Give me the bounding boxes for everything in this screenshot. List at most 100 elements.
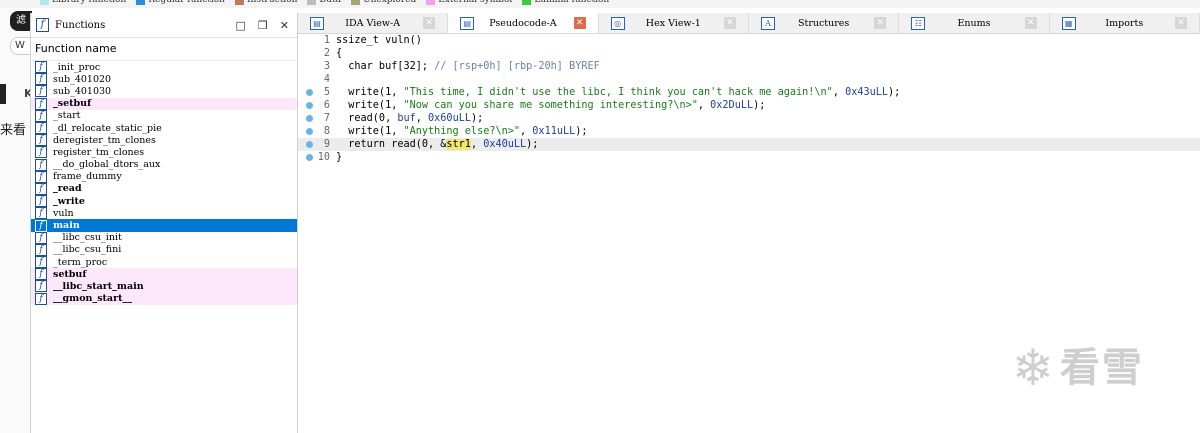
function-icon: f: [36, 18, 49, 32]
code-text: read(0, buf, 0x60uLL);: [336, 112, 483, 125]
function-list-item[interactable]: f _start: [31, 109, 297, 122]
function-list-item[interactable]: f __libc_start_main: [31, 280, 297, 293]
code-line[interactable]: 10}: [298, 151, 1200, 164]
code-text: write(1, "Anything else?\n>", 0x11uLL);: [336, 125, 587, 138]
function-list-item[interactable]: f _setbuf: [31, 97, 297, 110]
code-token: "Anything else?\n>": [403, 126, 521, 137]
function-name: deregister_tm_clones: [53, 134, 156, 146]
legend-item: Regular function: [136, 0, 225, 5]
code-token: ,: [520, 126, 533, 137]
legend-swatch: [426, 0, 436, 5]
function-list-item[interactable]: f _dl_relocate_static_pie: [31, 122, 297, 135]
function-list-item[interactable]: f register_tm_clones: [31, 146, 297, 159]
legend-swatch: [350, 0, 360, 5]
code-token: write(1,: [336, 126, 404, 137]
function-list-item[interactable]: f _read: [31, 182, 297, 195]
pseudocode-icon: ▤: [460, 16, 475, 30]
function-name: __libc_csu_init: [53, 232, 122, 244]
code-line[interactable]: 6 write(1, "Now can you share me somethi…: [298, 99, 1200, 112]
function-name: _write: [53, 195, 85, 207]
function-list-item[interactable]: f _init_proc: [31, 61, 297, 74]
function-list: f _init_proc f sub_401020 f sub_401030 f _setbu…: [31, 61, 297, 305]
function-list-item[interactable]: f deregister_tm_clones: [31, 134, 297, 147]
line-number: 6: [323, 100, 330, 111]
code-line[interactable]: 8 write(1, "Anything else?\n>", 0x11uLL)…: [298, 125, 1200, 138]
function-icon: f: [35, 195, 47, 208]
function-icon: f: [35, 134, 47, 147]
function-icon: f: [35, 146, 47, 159]
tab-hex-view[interactable]: ◎ Hex View-1 ✕: [599, 13, 749, 33]
code-token: 0x40uLL: [483, 139, 527, 150]
functions-title: Functions: [55, 19, 106, 31]
line-number: 3: [323, 61, 330, 72]
function-list-item[interactable]: f frame_dummy: [31, 170, 297, 183]
legend-label: Unexplored: [362, 0, 417, 5]
function-icon: f: [35, 256, 47, 269]
function-name: _dl_relocate_static_pie: [53, 122, 162, 134]
maximize-icon[interactable]: □: [236, 19, 246, 32]
tab-enums[interactable]: ☷ Enums ✕: [899, 13, 1050, 33]
code-line[interactable]: 1 ssize_t vuln(): [298, 34, 1200, 47]
tab-close-icon[interactable]: ✕: [423, 17, 436, 29]
code-line[interactable]: 2{: [298, 47, 1200, 60]
line-number: 2: [323, 48, 330, 59]
function-icon: f: [35, 219, 47, 232]
legend-swatch: [40, 0, 49, 5]
tab-close-icon[interactable]: ✕: [1024, 17, 1037, 29]
close-icon[interactable]: ✕: [280, 19, 289, 32]
code-token: write(1,: [336, 100, 404, 111]
code-token: write(1,: [336, 87, 404, 98]
background-pill-button[interactable]: 滤: [10, 11, 32, 31]
code-line[interactable]: 7 read(0, buf, 0x60uLL);: [298, 112, 1200, 125]
function-list-item[interactable]: f sub_401020: [31, 73, 297, 86]
float-window-icon[interactable]: ❐: [258, 19, 268, 32]
code-text: write(1, "Now can you share me something…: [336, 99, 765, 112]
function-list-item[interactable]: f setbuf: [31, 268, 297, 281]
code-token: ,: [697, 100, 711, 111]
line-number: 9: [323, 139, 330, 150]
function-list-item[interactable]: f main: [31, 219, 297, 232]
function-icon: f: [35, 268, 47, 281]
function-name: _start: [53, 110, 81, 122]
global-variable-token[interactable]: str1: [446, 139, 471, 150]
code-line[interactable]: 5 write(1, "This time, I didn't use the …: [298, 86, 1200, 99]
code-token: "This time, I didn't use the libc, I thi…: [403, 87, 833, 98]
function-list-item[interactable]: f sub_401030: [31, 85, 297, 98]
function-list-item[interactable]: f __libc_csu_init: [31, 231, 297, 244]
code-token: ,: [470, 139, 484, 150]
tab-close-icon[interactable]: ✕: [723, 17, 736, 29]
code-token: 0x2DuLL: [710, 100, 754, 111]
function-list-item[interactable]: f __libc_csu_fini: [31, 243, 297, 256]
function-list-item[interactable]: f _write: [31, 195, 297, 208]
code-token: 0x60uLL: [428, 113, 471, 124]
legend-label: Instruction: [246, 0, 298, 5]
function-list-item[interactable]: f __gmon_start__: [31, 292, 297, 305]
tab-close-icon[interactable]: ✕: [573, 17, 586, 29]
function-icon: f: [35, 182, 47, 195]
legend-item: Instruction: [234, 0, 298, 5]
code-line[interactable]: 4: [298, 73, 1200, 86]
function-list-item[interactable]: f __do_global_dtors_aux: [31, 158, 297, 171]
tab-imports[interactable]: ▦ Imports ✕: [1050, 13, 1200, 33]
column-header-function-name[interactable]: Function name: [31, 38, 297, 61]
tab-close-icon[interactable]: ✕: [874, 17, 887, 29]
hex-view-icon: ◎: [610, 16, 625, 30]
tab-pseudocode[interactable]: ▤ Pseudocode-A ✕: [448, 13, 599, 33]
legend-label: External symbol: [438, 0, 513, 5]
function-name: setbuf: [53, 268, 87, 280]
function-list-item[interactable]: f vuln: [31, 207, 297, 220]
tab-structures[interactable]: A Structures ✕: [749, 13, 900, 33]
code-line[interactable]: 3 char buf[32]; // [rsp+0h] [rbp-20h] BY…: [298, 60, 1200, 73]
legend-item: External symbol: [426, 0, 512, 5]
tab-ida-view[interactable]: ▤ IDA View-A ✕: [298, 13, 449, 33]
legend-swatch: [307, 0, 317, 5]
function-icon: f: [35, 61, 47, 74]
code-token: buf: [397, 113, 416, 124]
code-line[interactable]: 9 return read(0, &str1, 0x40uLL);: [298, 138, 1200, 151]
function-icon: f: [35, 109, 47, 122]
code-text: write(1, "This time, I didn't use the li…: [336, 86, 900, 99]
function-list-item[interactable]: f _term_proc: [31, 256, 297, 269]
line-number: 4: [323, 74, 330, 85]
tab-close-icon[interactable]: ✕: [1174, 17, 1187, 29]
function-name: __do_global_dtors_aux: [53, 159, 161, 171]
